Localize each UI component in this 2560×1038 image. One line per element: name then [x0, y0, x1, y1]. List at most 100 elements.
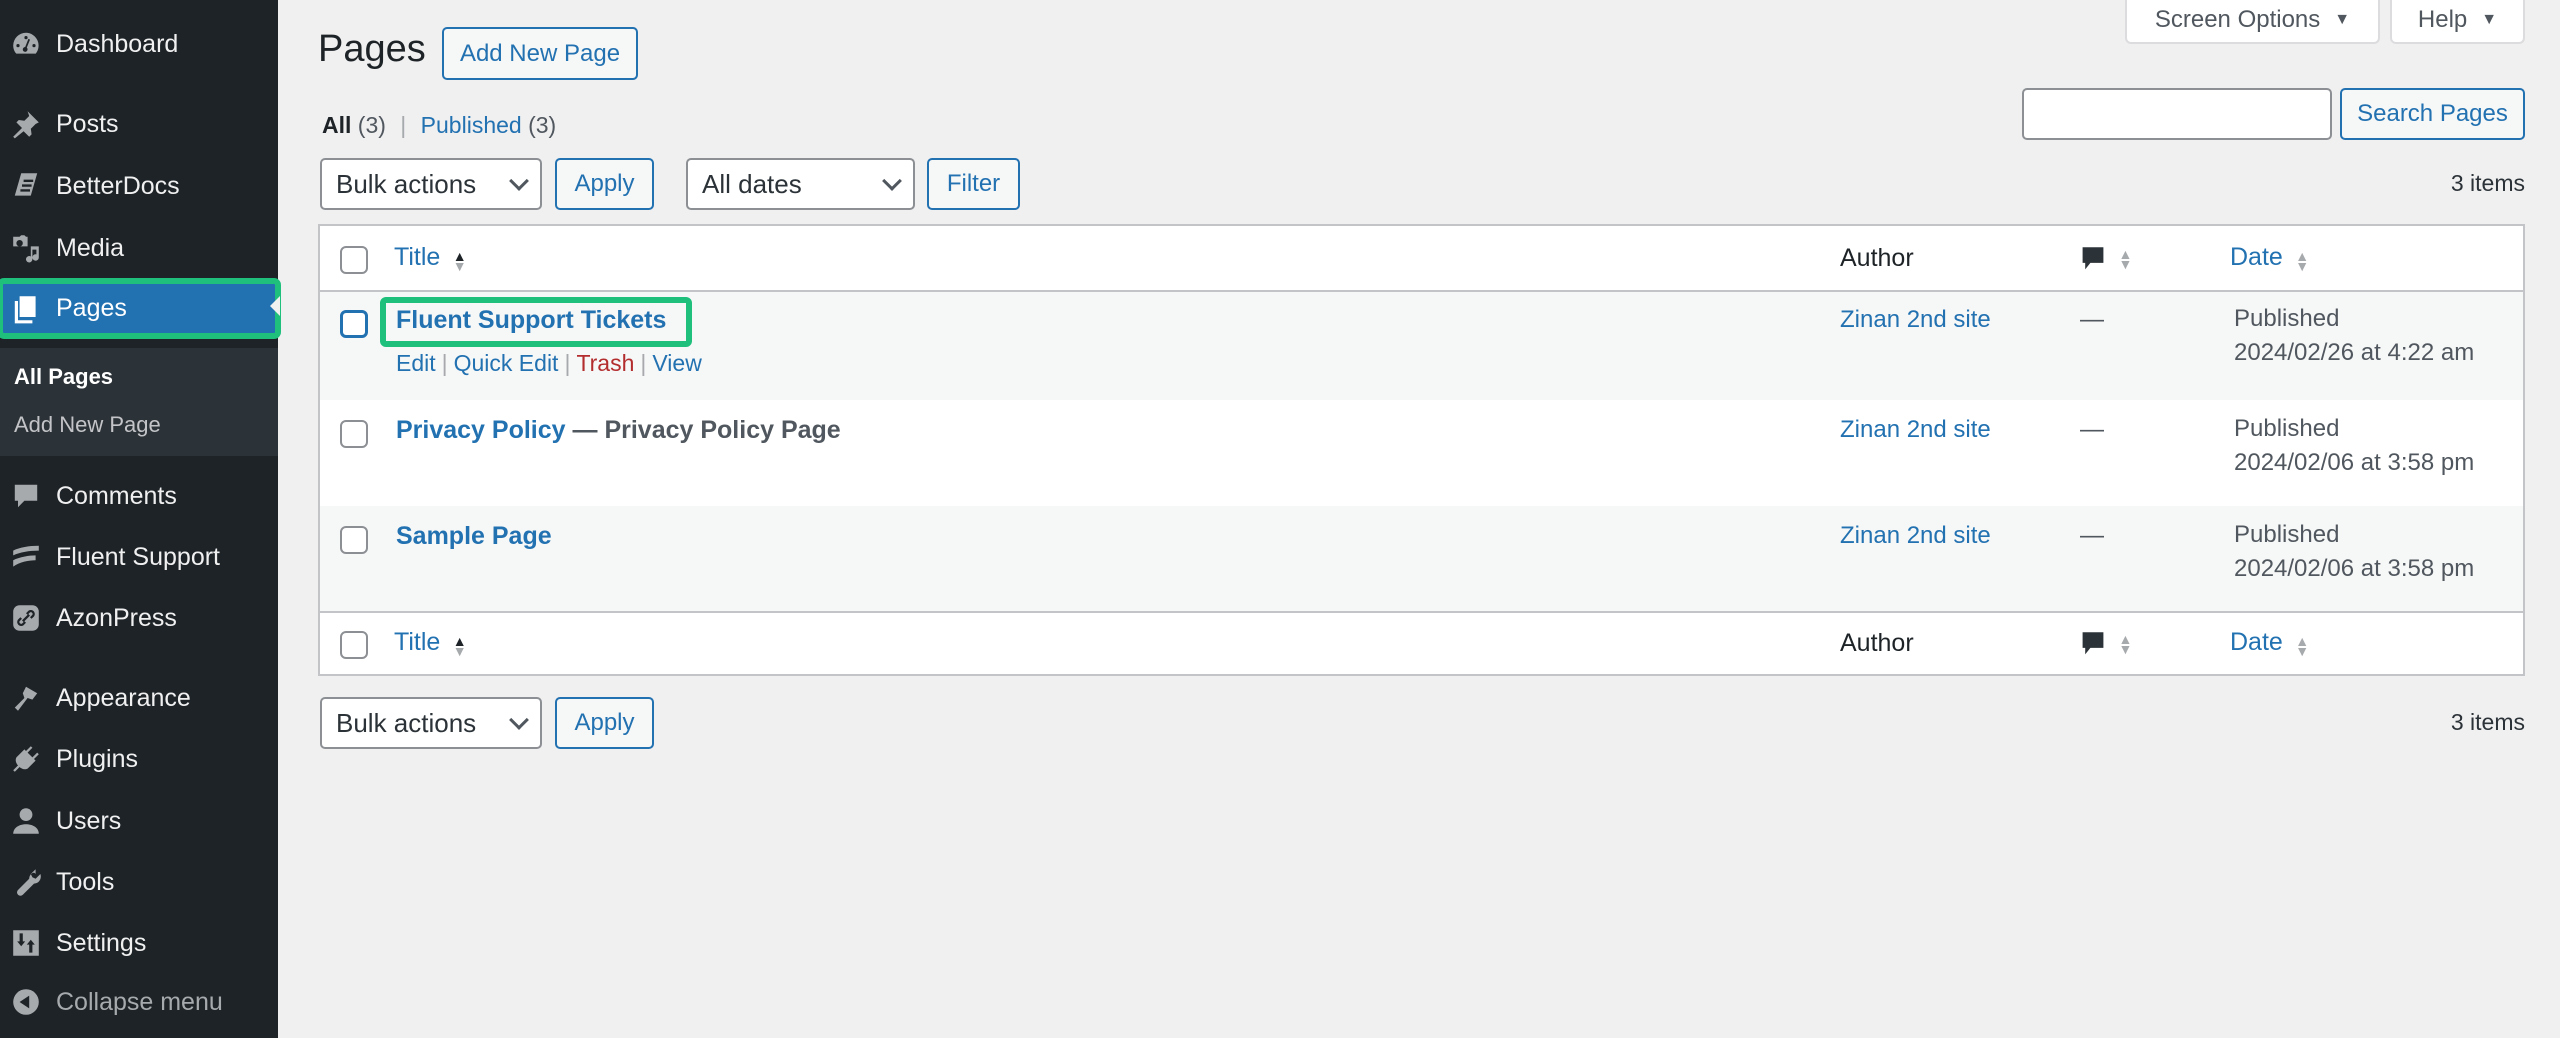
sidebar-item-label: Posts	[56, 109, 119, 138]
chevron-down-icon	[509, 710, 529, 730]
quick-edit-link[interactable]: Quick Edit	[454, 350, 559, 376]
sidebar-item-azonpress[interactable]: AzonPress	[0, 592, 278, 644]
view-link[interactable]: View	[652, 350, 701, 376]
search-pages-button[interactable]: Search Pages	[2340, 88, 2525, 140]
sidebar-item-comments[interactable]: Comments	[0, 470, 278, 522]
column-author-header: Author	[1840, 244, 1914, 272]
column-comments-header[interactable]: ▲ ▼	[2080, 244, 2132, 274]
apply-button-bottom[interactable]: Apply	[555, 697, 654, 749]
sidebar-item-media[interactable]: Media	[0, 222, 278, 274]
author-link[interactable]: Zinan 2nd site	[1840, 522, 1991, 550]
sidebar-item-appearance[interactable]: Appearance	[0, 672, 278, 724]
sidebar-item-label: AzonPress	[56, 603, 177, 632]
dates-select[interactable]: All dates	[686, 158, 915, 210]
sort-icon: ▲ ▼	[2295, 632, 2310, 659]
post-status: Published	[2234, 305, 2340, 332]
sidebar-item-fluent-support[interactable]: Fluent Support	[0, 531, 278, 583]
sidebar-item-label: Comments	[56, 481, 177, 510]
fluent-support-icon	[6, 537, 46, 577]
bulk-actions-select-bottom[interactable]: Bulk actions	[320, 697, 542, 749]
user-icon	[6, 801, 46, 841]
filter-button[interactable]: Filter	[927, 158, 1020, 210]
sort-icon: ▲ ▼	[2118, 631, 2133, 657]
row-title-cell: Fluent Support Tickets	[396, 306, 666, 335]
link-icon	[6, 598, 46, 638]
post-date: 2024/02/06 at 3:58 pm	[2234, 555, 2475, 582]
collapse-menu-button[interactable]: Collapse menu	[0, 976, 278, 1028]
sidebar-item-betterdocs[interactable]: BetterDocs	[0, 160, 278, 212]
sidebar-item-posts[interactable]: Posts	[0, 98, 278, 150]
column-comments-footer[interactable]: ▲ ▼	[2080, 629, 2132, 659]
dashboard-icon	[6, 24, 46, 64]
edit-link[interactable]: Edit	[396, 350, 436, 376]
view-published-link[interactable]: Published	[421, 112, 522, 138]
post-status: Published	[2234, 415, 2340, 442]
row-title-cell: Privacy Policy — Privacy Policy Page	[396, 416, 841, 445]
comment-icon	[6, 476, 46, 516]
caret-down-icon: ▼	[2334, 11, 2351, 28]
view-published-count: (3)	[528, 112, 557, 138]
date-cell: Published 2024/02/06 at 3:58 pm	[2234, 412, 2474, 480]
table-row: Sample Page Zinan 2nd site — Published 2…	[320, 506, 2523, 611]
page-title-link[interactable]: Sample Page	[396, 522, 552, 550]
add-new-page-button[interactable]: Add New Page	[442, 27, 638, 80]
sidebar-item-tools[interactable]: Tools	[0, 856, 278, 908]
current-menu-arrow	[270, 296, 280, 316]
submenu-add-new-page[interactable]: Add New Page	[14, 412, 161, 438]
wrench-icon	[6, 862, 46, 902]
comment-count: —	[2080, 306, 2104, 333]
row-checkbox[interactable]	[340, 420, 368, 448]
sidebar-item-label: Plugins	[56, 744, 138, 773]
sidebar-item-dashboard[interactable]: Dashboard	[0, 18, 278, 70]
submenu-all-pages[interactable]: All Pages	[14, 364, 113, 390]
item-count-top: 3 items	[2450, 170, 2525, 196]
author-link[interactable]: Zinan 2nd site	[1840, 306, 1991, 334]
sidebar-item-label: Tools	[56, 867, 115, 896]
page-title-link[interactable]: Privacy Policy	[396, 416, 566, 444]
column-title-footer[interactable]: Title ▲ ▼	[394, 628, 467, 658]
view-all-count: (3)	[357, 112, 386, 138]
row-actions: Edit | Quick Edit | Trash | View	[396, 350, 702, 376]
column-date-label: Date	[2230, 243, 2283, 271]
sidebar-item-users[interactable]: Users	[0, 795, 278, 847]
column-title-label: Title	[394, 628, 441, 656]
sidebar-item-plugins[interactable]: Plugins	[0, 733, 278, 785]
sort-icon: ▲ ▼	[452, 247, 467, 274]
help-label: Help	[2417, 6, 2468, 33]
help-button[interactable]: Help ▼	[2390, 0, 2525, 44]
sidebar-item-label: Settings	[56, 928, 147, 957]
column-title-header[interactable]: Title ▲ ▼	[394, 243, 467, 274]
pages-icon	[6, 289, 46, 329]
search-input[interactable]	[2022, 88, 2332, 140]
pages-table: Title ▲ ▼ Author ▲ ▼ Date ▲ ▼ Fluent Suppor…	[318, 224, 2525, 676]
column-date-footer[interactable]: Date ▲ ▼	[2230, 628, 2310, 659]
page-title: Pages	[318, 28, 426, 70]
paintbrush-icon	[6, 678, 46, 718]
column-author-footer: Author	[1840, 629, 1914, 657]
screen-options-button[interactable]: Screen Options ▼	[2125, 0, 2380, 44]
bulk-actions-select-top[interactable]: Bulk actions	[320, 158, 542, 210]
row-checkbox[interactable]	[340, 310, 368, 338]
select-all-checkbox-footer[interactable]	[340, 631, 368, 659]
author-link[interactable]: Zinan 2nd site	[1840, 416, 1991, 444]
view-separator: |	[400, 112, 407, 138]
sort-icon: ▲ ▼	[2118, 246, 2133, 272]
select-all-checkbox[interactable]	[340, 246, 368, 274]
apply-button-top[interactable]: Apply	[555, 158, 654, 210]
sidebar-item-pages[interactable]: Pages	[0, 278, 281, 339]
trash-link[interactable]: Trash	[576, 350, 634, 376]
comment-count: —	[2080, 416, 2104, 443]
sidebar-item-settings[interactable]: Settings	[0, 917, 278, 969]
page-state-label: — Privacy Policy Page	[565, 416, 841, 444]
caret-down-icon: ▼	[2481, 11, 2498, 28]
row-checkbox[interactable]	[340, 526, 368, 554]
table-header: Title ▲ ▼ Author ▲ ▼ Date ▲ ▼	[320, 226, 2523, 292]
table-row: Privacy Policy — Privacy Policy Page Zin…	[320, 400, 2523, 506]
column-date-header[interactable]: Date ▲ ▼	[2230, 243, 2309, 273]
sidebar-item-label: Pages	[56, 294, 127, 322]
media-icon	[6, 228, 46, 268]
plugin-icon	[6, 739, 46, 779]
page-title-link[interactable]: Fluent Support Tickets	[396, 306, 666, 334]
view-all-link[interactable]: All	[322, 112, 351, 138]
sidebar-item-label: Dashboard	[56, 29, 179, 58]
